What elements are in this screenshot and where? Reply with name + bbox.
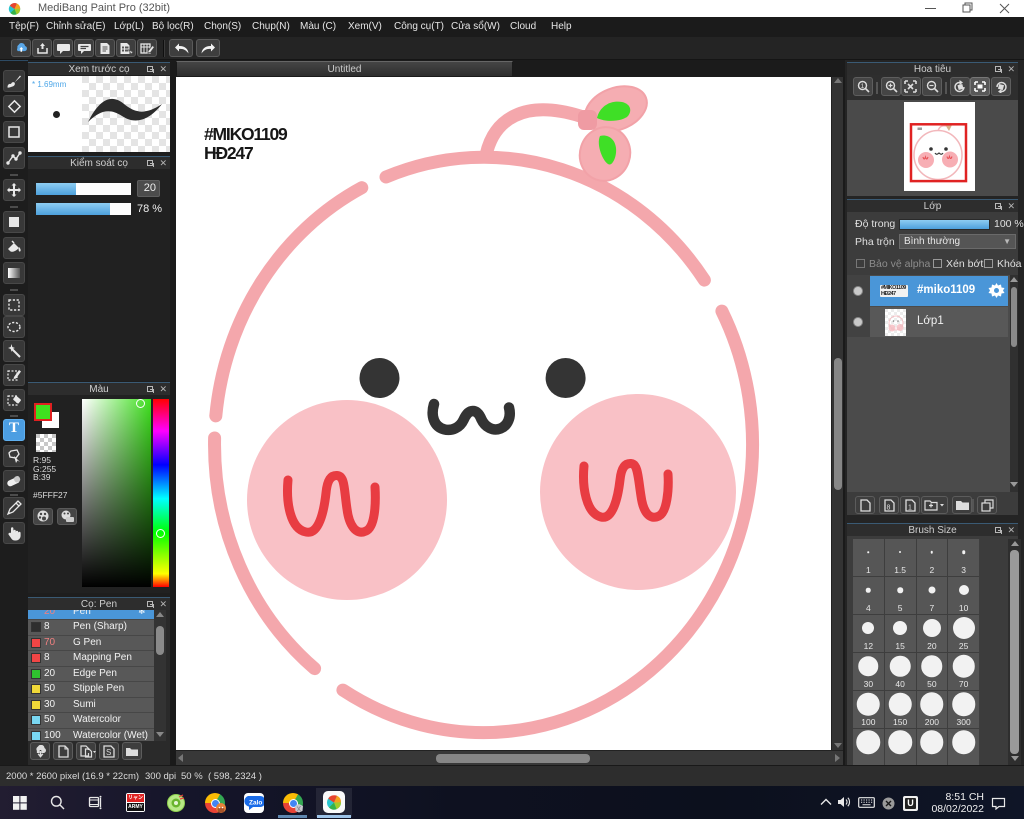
svg-text:#MIKO1109: #MIKO1109	[204, 124, 288, 144]
svg-text:S: S	[106, 748, 111, 757]
svg-text:1: 1	[908, 505, 912, 512]
svg-text:8: 8	[887, 505, 891, 512]
svg-text:1: 1	[861, 83, 865, 90]
svg-text:Zalo: Zalo	[249, 800, 262, 807]
svg-text:HĐ247: HĐ247	[204, 143, 253, 163]
